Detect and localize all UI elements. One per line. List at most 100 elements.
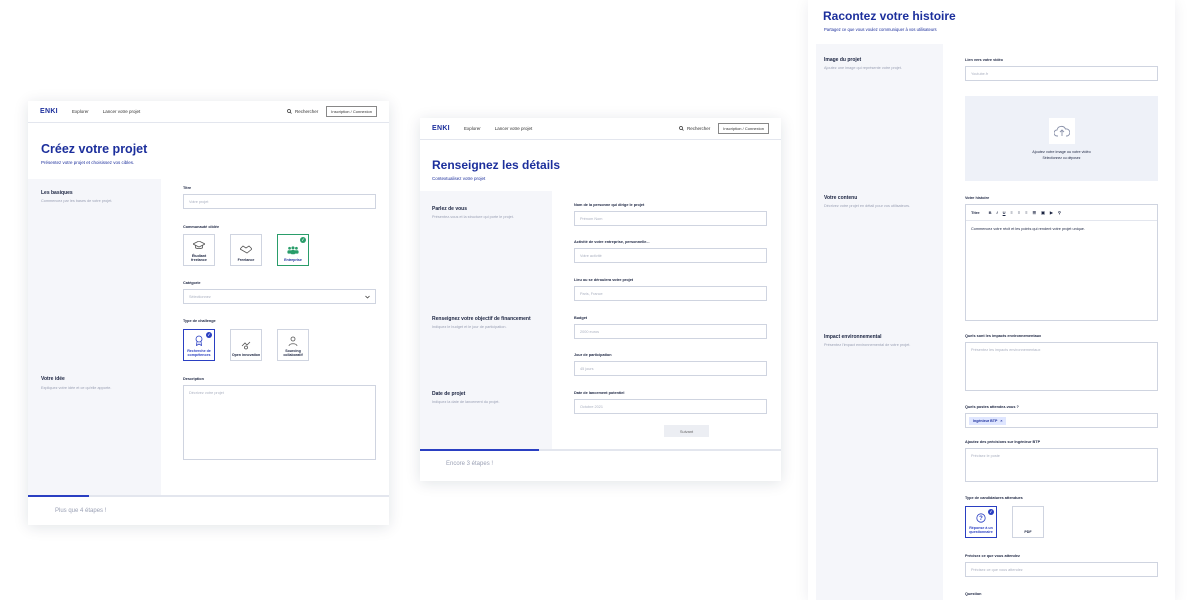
participation-days-input[interactable]: 45 jours <box>574 361 767 376</box>
title-input[interactable]: Votre projet <box>183 194 376 209</box>
screen-create-project: ENKI Explorer Lancer votre projet Recher… <box>28 101 389 525</box>
align-right-icon[interactable]: ≡ <box>1025 210 1027 215</box>
nav-search[interactable]: Rechercher <box>287 109 318 114</box>
screen-story: Racontez votre histoire Partagez ce que … <box>808 0 1175 600</box>
logo[interactable]: ENKI <box>432 125 450 132</box>
community-student-tile[interactable]: Étudiant freelance <box>183 234 215 266</box>
leader-name-input[interactable]: Prénom Nom <box>574 211 767 226</box>
page-title: Renseignez les détails <box>432 158 561 172</box>
challenge-skills-tile[interactable]: ✓ Recherche de compétences <box>183 329 215 361</box>
precision-textarea[interactable]: Précisez le poste <box>965 448 1158 482</box>
page-title: Créez votre projet <box>41 142 148 156</box>
story-text: Commencez votre récit et les points qui … <box>971 227 1085 231</box>
challenge-sourcing-label: Sourcing collaboratif <box>283 348 303 357</box>
progress-fill <box>420 449 540 451</box>
section-title-content: Votre contenu <box>824 195 858 201</box>
people-icon <box>287 336 299 346</box>
section-title-about: Parlez de vous <box>432 206 468 212</box>
community-student-label: Étudiant freelance <box>191 253 207 262</box>
handshake-icon <box>240 245 252 255</box>
candidature-questionnaire-label: Réponse à un questionnaire <box>969 525 993 534</box>
expected-input[interactable]: Précisez ce que vous attendez <box>965 562 1158 577</box>
challenge-open-innovation-tile[interactable]: Open innovation <box>230 329 262 361</box>
nav-explore[interactable]: Explorer <box>72 109 89 114</box>
community-freelance-tile[interactable]: Freelance <box>230 234 262 266</box>
auth-button[interactable]: Inscription / Connexion <box>718 123 769 134</box>
community-enterprise-tile[interactable]: ✓ Entreprise <box>277 234 309 266</box>
top-nav: ENKI Explorer Lancer votre projet Recher… <box>420 118 781 140</box>
description-textarea[interactable]: Décrivez votre projet <box>183 385 376 460</box>
graduation-cap-icon <box>193 241 205 251</box>
image-icon[interactable]: ▣ <box>1041 210 1045 215</box>
logo[interactable]: ENKI <box>40 108 58 115</box>
award-icon <box>193 335 205 347</box>
candidature-pdf-label: PDF <box>1024 529 1032 534</box>
video-link-label: Lien vers votre vidéo <box>965 58 1003 62</box>
align-center-icon[interactable]: ≡ <box>1018 210 1020 215</box>
check-icon: ✓ <box>206 331 212 338</box>
selected-post-tag[interactable]: Ingénieur BTP × <box>969 417 1007 425</box>
check-icon: ✓ <box>300 236 306 243</box>
editor-toolbar: Titre B I U ≡ ≡ ≡ ☰ ▣ ▶ ⚲ <box>966 205 1157 221</box>
section-desc-impact: Présentez l'impact environnemental de vo… <box>824 343 911 347</box>
left-column <box>28 179 161 495</box>
category-label: Catégorie <box>183 281 201 285</box>
story-editor[interactable]: Titre B I U ≡ ≡ ≡ ☰ ▣ ▶ ⚲ Commencez votr… <box>965 204 1158 321</box>
nav-search[interactable]: Rechercher <box>679 126 710 131</box>
section-desc-basics: Commencez par les bases de votre projet. <box>41 199 113 203</box>
auth-button[interactable]: Inscription / Connexion <box>326 106 377 117</box>
question-icon: ? <box>975 513 987 523</box>
category-select[interactable]: Sélectionnez <box>183 289 376 304</box>
next-button[interactable]: Suivant <box>664 425 709 437</box>
section-desc-date: Indiquez la date de lancement du projet. <box>432 400 500 404</box>
steps-remaining: Encore 3 étapes ! <box>446 461 494 467</box>
nav-launch-project[interactable]: Lancer votre projet <box>495 126 533 131</box>
story-label: Votre histoire <box>965 196 990 200</box>
upload-icon-box <box>1048 117 1075 144</box>
search-icon <box>679 126 684 131</box>
launch-date-input[interactable]: Octobre 2021 <box>574 399 767 414</box>
category-value: Sélectionnez <box>189 294 211 299</box>
nav-launch-project[interactable]: Lancer votre projet <box>103 109 141 114</box>
precision-label: Ajoutez des précisions sur Ingénieur BTP <box>965 440 1041 444</box>
italic-icon[interactable]: I <box>997 210 998 215</box>
underline-icon[interactable]: U <box>1003 210 1006 215</box>
section-desc-image: Ajoutez une image qui représente votre p… <box>824 66 902 70</box>
toolbar-heading-select[interactable]: Titre <box>971 210 980 215</box>
media-upload-dropzone[interactable]: Ajoutez votre image ou votre vidéo Sélec… <box>965 96 1158 181</box>
upload-text: Ajoutez votre image ou votre vidéo <box>1032 149 1091 154</box>
section-title-funding: Renseignez votre objectif de financement <box>432 316 531 322</box>
challenge-open-innovation-label: Open innovation <box>231 352 261 357</box>
page-subtitle: Partagez ce que vous voulez communiquer … <box>824 27 937 32</box>
challenge-sourcing-tile[interactable]: Sourcing collaboratif <box>277 329 309 361</box>
bold-icon[interactable]: B <box>989 210 992 215</box>
video-link-input[interactable]: Youtube.fr <box>965 66 1158 81</box>
section-desc-idea: Expliquez votre idée et ce qu'elle appor… <box>41 386 112 390</box>
close-icon[interactable]: × <box>1000 419 1002 423</box>
progress-bar <box>420 449 781 451</box>
page-subtitle: Présentez votre projet et choisissez vos… <box>41 160 135 165</box>
progress-fill <box>28 495 90 497</box>
align-left-icon[interactable]: ≡ <box>1011 210 1013 215</box>
participation-days-label: Jour de participation <box>574 353 612 357</box>
posts-label: Quels postes attendez-vous ? <box>965 405 1019 409</box>
section-desc-about: Présentez-vous et la structure qui porte… <box>432 215 514 219</box>
nav-explore[interactable]: Explorer <box>464 126 481 131</box>
section-title-idea: Votre idée <box>41 376 65 382</box>
upload-subtext: Sélectionnez ou déposez <box>1042 155 1081 160</box>
video-icon[interactable]: ▶ <box>1050 210 1053 215</box>
screen-details: ENKI Explorer Lancer votre projet Recher… <box>420 118 781 481</box>
team-icon <box>287 245 299 255</box>
candidature-pdf-tile[interactable]: PDF <box>1012 506 1044 538</box>
candidature-questionnaire-tile[interactable]: ✓ ? Réponse à un questionnaire <box>965 506 997 538</box>
location-input[interactable]: Paris, France <box>574 286 767 301</box>
candidatures-label: Type de candidatures attendues <box>965 496 1023 500</box>
impact-textarea[interactable]: Présentez les impacts environnementaux <box>965 342 1158 391</box>
link-icon[interactable]: ⚲ <box>1058 210 1061 215</box>
activity-label: Activité de votre entreprise, personnell… <box>574 240 650 244</box>
activity-input[interactable]: Votre activité <box>574 248 767 263</box>
list-icon[interactable]: ☰ <box>1033 210 1037 215</box>
search-icon <box>287 109 292 114</box>
svg-text:?: ? <box>979 516 983 522</box>
budget-input[interactable]: 2000 euros <box>574 324 767 339</box>
